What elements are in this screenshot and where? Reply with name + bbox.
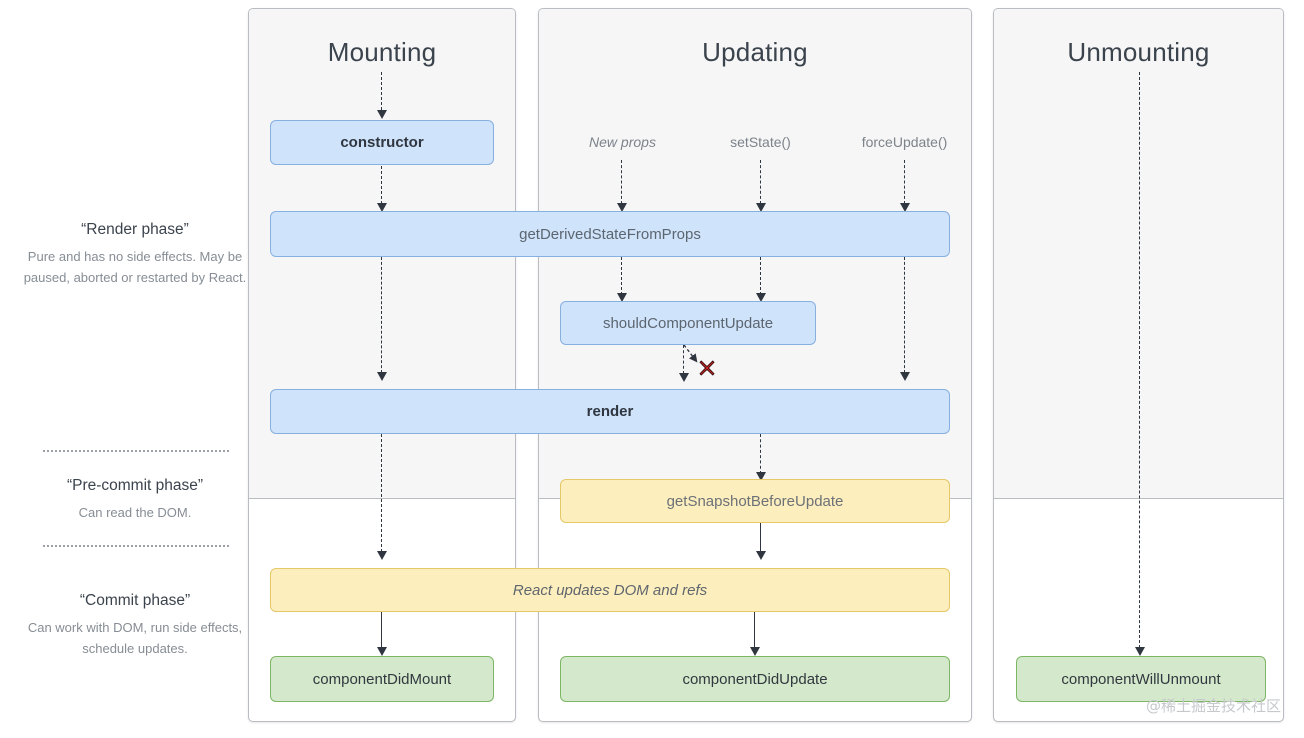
trigger-label-new-props: New props (550, 134, 695, 150)
node-component-will-unmount-label: componentWillUnmount (1061, 671, 1220, 688)
connector-dom-to-did-update (754, 612, 755, 648)
watermark: @稀土掘金技术社区 (1146, 695, 1281, 716)
arrowhead-render-to-dom-mounting (377, 551, 387, 560)
node-render[interactable]: render (270, 389, 950, 434)
phase-divider-lower (43, 545, 229, 547)
node-should-component-update[interactable]: shouldComponentUpdate (560, 301, 816, 345)
node-component-did-mount-label: componentDidMount (313, 671, 451, 688)
phase-legend-commit-desc: Can work with DOM, run side effects, sch… (22, 617, 248, 659)
connector-render-to-snapshot (760, 434, 761, 474)
node-get-derived-state-from-props[interactable]: getDerivedStateFromProps (270, 211, 950, 257)
phase-legend-pre-commit-desc: Can read the DOM. (22, 502, 248, 523)
phase-legend-commit: “Commit phase” Can work with DOM, run si… (22, 592, 248, 659)
connector-derived-state-to-scu-state (760, 257, 761, 295)
column-title-updating: Updating (539, 37, 971, 68)
arrowhead-dom-to-did-mount (377, 647, 387, 656)
arrowhead-snapshot-to-dom (756, 551, 766, 560)
phase-legend-commit-title: “Commit phase” (22, 592, 248, 610)
phase-legend-render-title: “Render phase” (22, 221, 248, 239)
connector-force-update-bypass-to-render (904, 257, 905, 373)
connector-derived-state-to-render-mounting (381, 257, 382, 373)
arrowhead-unmounting-entry (1135, 647, 1145, 656)
arrowhead-mounting-entry (377, 110, 387, 119)
trigger-label-force-update: forceUpdate() (832, 134, 977, 150)
node-get-snapshot-before-update-label: getSnapshotBeforeUpdate (667, 493, 844, 510)
node-get-derived-state-from-props-label: getDerivedStateFromProps (519, 226, 701, 243)
node-render-label: render (587, 403, 634, 420)
column-title-unmounting: Unmounting (994, 37, 1283, 68)
node-react-updates-dom-and-refs[interactable]: React updates DOM and refs (270, 568, 950, 612)
arrowhead-force-update-bypass-to-render (900, 372, 910, 381)
phase-divider-upper (43, 450, 229, 452)
node-get-snapshot-before-update[interactable]: getSnapshotBeforeUpdate (560, 479, 950, 523)
connector-dom-to-did-mount (381, 612, 382, 648)
connector-derived-state-to-scu-props (621, 257, 622, 295)
column-title-mounting: Mounting (249, 37, 515, 68)
node-react-updates-dom-and-refs-label: React updates DOM and refs (513, 582, 707, 599)
phase-legend-pre-commit-title: “Pre-commit phase” (22, 477, 248, 495)
trigger-label-set-state: setState() (688, 134, 833, 150)
connector-force-update-to-derived-state (904, 160, 905, 204)
skip-render-x-icon (697, 358, 717, 378)
lifecycle-diagram: Mounting Updating Unmounting “Render pha… (0, 0, 1304, 738)
connector-constructor-to-derived-state (381, 166, 382, 204)
column-panel-updating: Updating (538, 8, 972, 722)
node-should-component-update-label: shouldComponentUpdate (603, 315, 773, 332)
arrowhead-derived-state-to-render-mounting (377, 372, 387, 381)
arrowhead-dom-to-did-update (750, 647, 760, 656)
phase-legend-render-desc: Pure and has no side effects. May be pau… (22, 246, 248, 288)
node-constructor-label: constructor (340, 134, 423, 151)
node-component-did-update-label: componentDidUpdate (682, 671, 827, 688)
connector-mounting-entry (381, 72, 382, 110)
connector-unmounting-entry (1139, 72, 1140, 648)
phase-legend-render: “Render phase” Pure and has no side effe… (22, 221, 248, 288)
node-component-did-update[interactable]: componentDidUpdate (560, 656, 950, 702)
connector-new-props-to-derived-state (621, 160, 622, 204)
node-component-did-mount[interactable]: componentDidMount (270, 656, 494, 702)
connector-snapshot-to-dom (760, 523, 761, 553)
connector-render-to-dom-mounting (381, 434, 382, 552)
connector-set-state-to-derived-state (760, 160, 761, 204)
node-constructor[interactable]: constructor (270, 120, 494, 165)
phase-legend-pre-commit: “Pre-commit phase” Can read the DOM. (22, 477, 248, 523)
